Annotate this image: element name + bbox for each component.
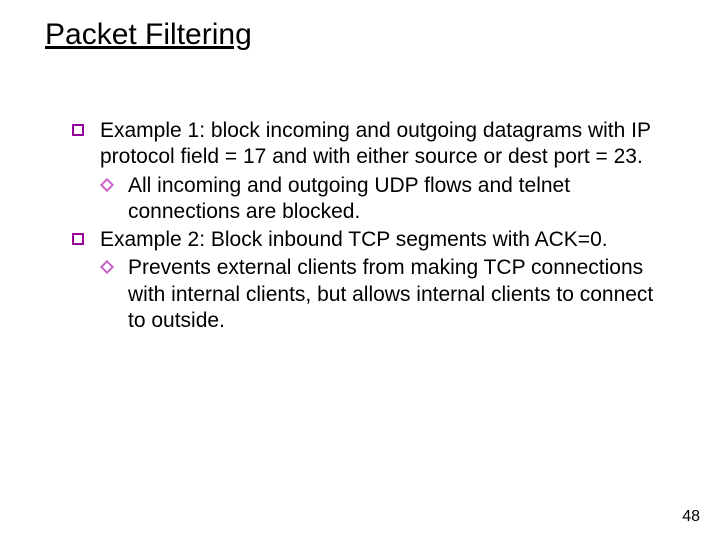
- bullet-item: Example 1: block incoming and outgoing d…: [70, 118, 660, 171]
- bullet-item: Example 2: Block inbound TCP segments wi…: [70, 227, 660, 253]
- slide: Packet Filtering Example 1: block incomi…: [0, 0, 720, 540]
- sub-bullet-text: Prevents external clients from making TC…: [128, 256, 653, 332]
- sub-bullet-text: All incoming and outgoing UDP flows and …: [128, 174, 570, 223]
- square-bullet-icon: [72, 233, 84, 245]
- slide-title: Packet Filtering: [45, 18, 252, 52]
- diamond-bullet-icon: [100, 260, 114, 274]
- sub-bullet-item: Prevents external clients from making TC…: [70, 255, 660, 334]
- sub-bullet-item: All incoming and outgoing UDP flows and …: [70, 173, 660, 226]
- bullet-text: Example 2: Block inbound TCP segments wi…: [100, 228, 608, 251]
- bullet-text: Example 1: block incoming and outgoing d…: [100, 119, 651, 168]
- diamond-bullet-icon: [100, 177, 114, 191]
- slide-body: Example 1: block incoming and outgoing d…: [70, 118, 660, 336]
- square-bullet-icon: [72, 124, 84, 136]
- page-number: 48: [682, 508, 700, 526]
